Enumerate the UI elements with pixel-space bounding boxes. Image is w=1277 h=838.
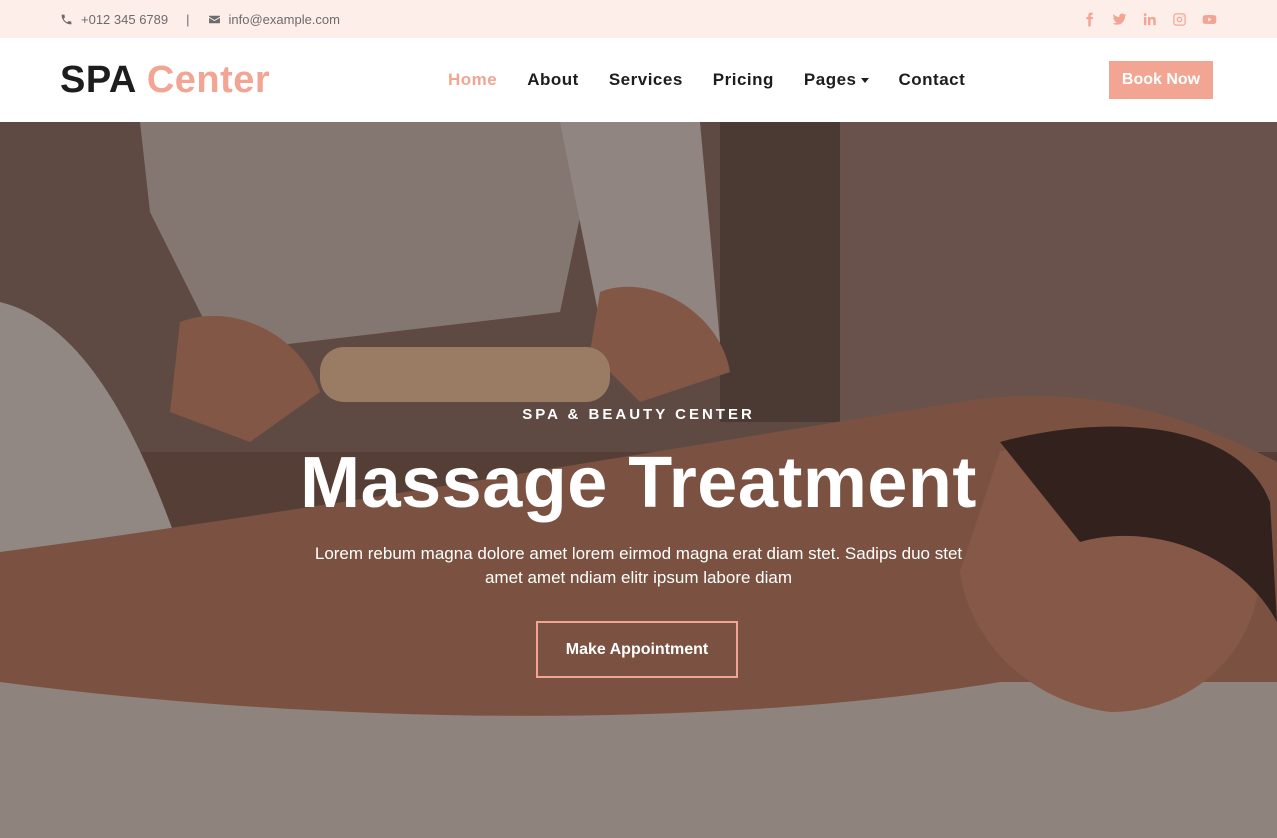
envelope-icon [208, 15, 220, 23]
nav-pages-dropdown[interactable]: Pages [804, 70, 869, 90]
twitter-icon[interactable] [1111, 11, 1127, 27]
brand-part-2: Center [146, 58, 271, 101]
email-item: info@example.com [208, 12, 340, 27]
phone-icon [61, 14, 72, 24]
brand-part-1: SPA [60, 58, 137, 101]
book-now-button[interactable]: Book Now [1109, 61, 1213, 99]
hero-kicker: SPA & BEAUTY CENTER [522, 406, 755, 423]
facebook-icon[interactable] [1081, 11, 1097, 27]
linkedin-icon[interactable] [1141, 11, 1157, 27]
youtube-icon[interactable] [1201, 11, 1217, 27]
top-bar: +012 345 6789 | info@example.com [0, 0, 1277, 38]
nav-services[interactable]: Services [609, 70, 683, 90]
phone-number: +012 345 6789 [81, 11, 169, 27]
hero-title: Massage Treatment [300, 443, 977, 523]
hero-description: Lorem rebum magna dolore amet lorem eirm… [314, 544, 963, 587]
nav-pricing[interactable]: Pricing [713, 70, 774, 90]
hero-carousel: SPA & BEAUTY CENTER Massage Treatment Lo… [0, 122, 1277, 838]
make-appointment-button[interactable]: Make Appointment [536, 621, 738, 678]
navbar: SPA Center Home About Services Pricing Pa… [0, 38, 1277, 122]
contact-separator: | [186, 11, 190, 27]
caret-down-icon [860, 77, 869, 83]
nav-menu: Home About Services Pricing Pages Contac… [448, 38, 995, 122]
nav-home[interactable]: Home [448, 70, 497, 90]
phone-item: +012 345 6789 [60, 12, 168, 27]
contact-info: +012 345 6789 | info@example.com [60, 12, 340, 27]
nav-pages-label: Pages [803, 70, 857, 89]
instagram-icon[interactable] [1171, 11, 1187, 27]
email-address: info@example.com [228, 11, 340, 27]
social-links [1081, 11, 1217, 27]
nav-about[interactable]: About [527, 70, 579, 90]
nav-contact[interactable]: Contact [899, 70, 966, 90]
brand-logo[interactable]: SPA Center [60, 59, 270, 102]
hero-content: SPA & BEAUTY CENTER Massage Treatment Lo… [0, 122, 1277, 838]
